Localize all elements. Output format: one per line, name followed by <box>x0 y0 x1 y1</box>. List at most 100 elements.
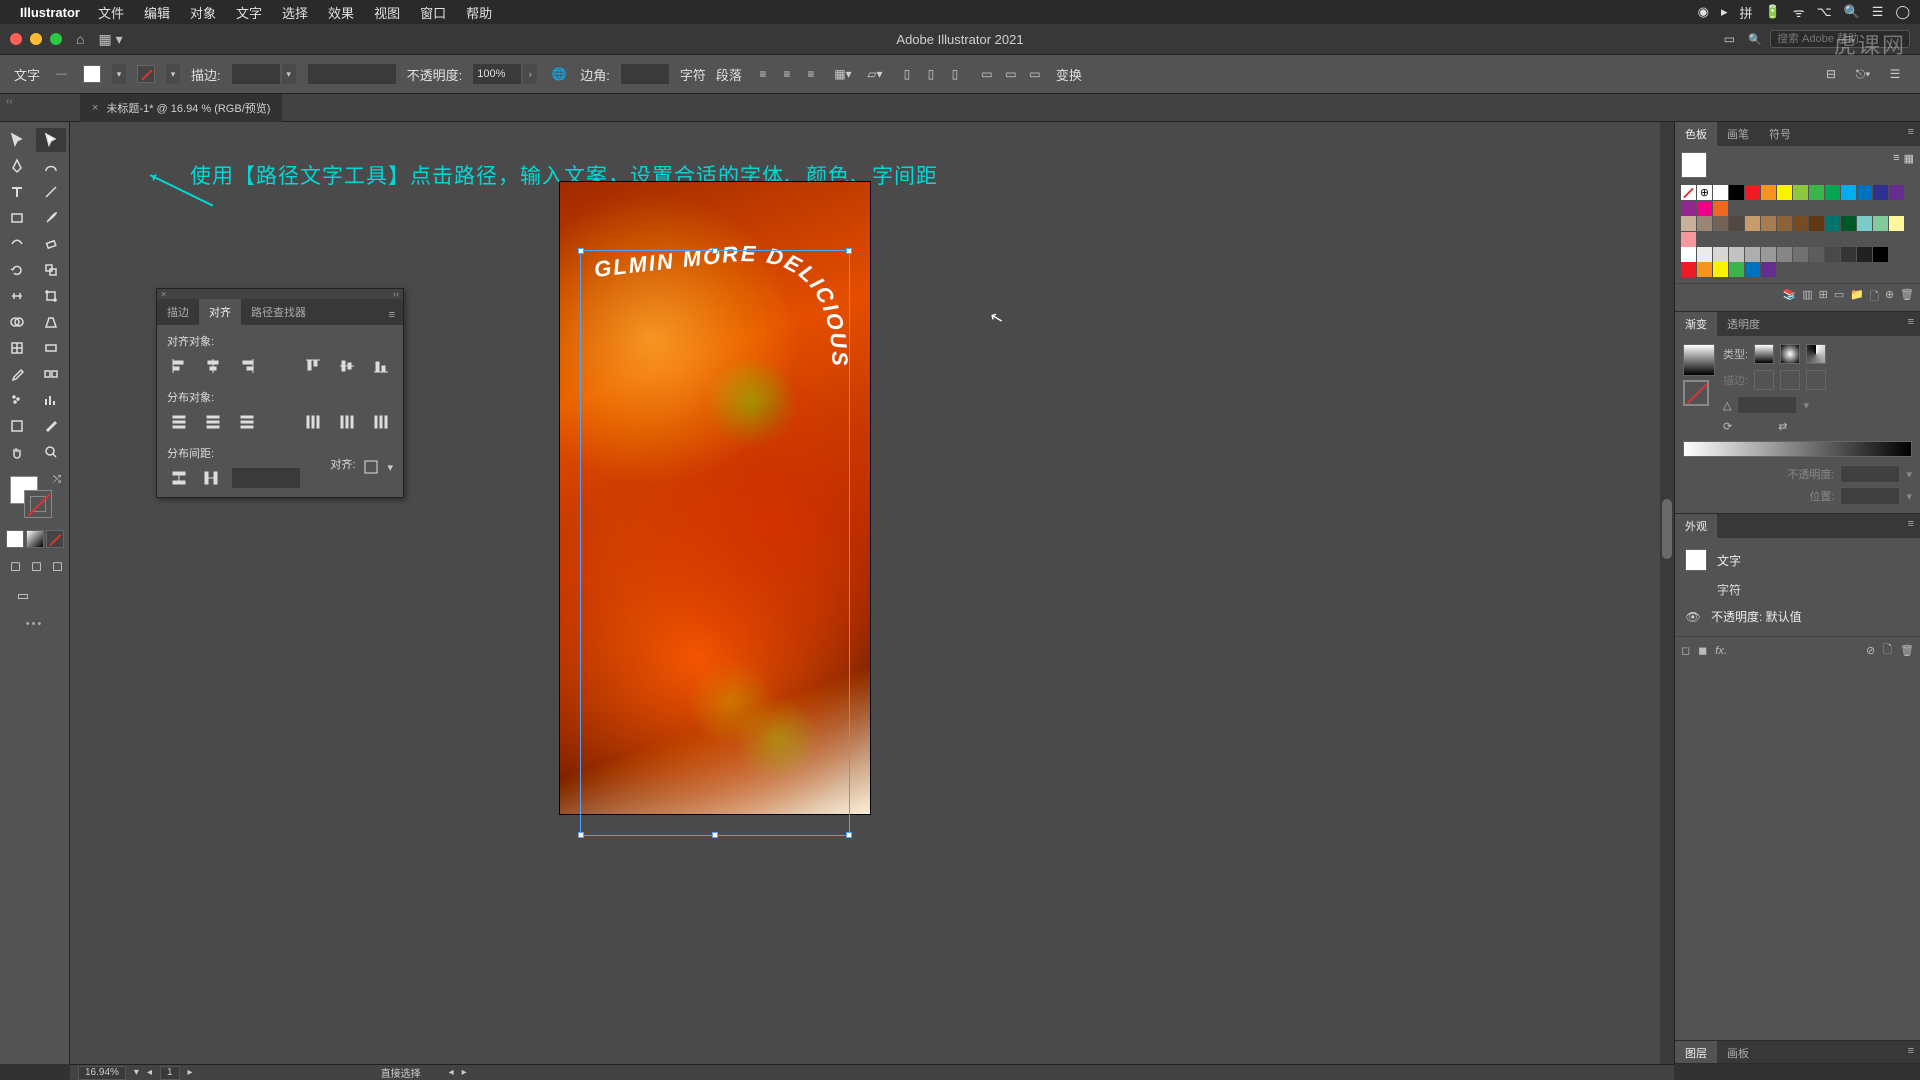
swatch-libraries-icon[interactable]: 📚 <box>1783 288 1797 307</box>
swatch[interactable] <box>1729 216 1744 231</box>
draw-behind-icon[interactable]: ◻ <box>27 554 46 578</box>
selection-tool[interactable] <box>2 128 32 152</box>
swatch[interactable] <box>1681 232 1696 247</box>
swatch[interactable] <box>1713 201 1728 216</box>
tab-swatches[interactable]: 色板 <box>1675 122 1717 146</box>
transform-link[interactable]: 变换 <box>1056 65 1082 84</box>
search-input[interactable] <box>1770 30 1910 48</box>
hspace-button[interactable] <box>199 467 223 489</box>
scale-tool[interactable] <box>36 258 66 282</box>
align-center-icon[interactable]: ≡ <box>776 63 798 85</box>
swatch[interactable] <box>1809 247 1824 262</box>
halign-center-icon[interactable]: ▯ <box>920 63 942 85</box>
panel-collapse-icon[interactable]: ‹‹ <box>393 289 399 299</box>
variable-width-profile[interactable] <box>307 63 397 85</box>
collapse-handle[interactable]: ‹‹ <box>6 96 13 107</box>
swatch-registration[interactable] <box>1697 185 1712 200</box>
arrange-documents-button[interactable]: ▭ <box>1718 28 1740 50</box>
spacing-value-input[interactable] <box>231 467 301 489</box>
new-swatch-icon[interactable]: 🗋 <box>1870 288 1879 307</box>
graph-tool[interactable] <box>36 388 66 412</box>
halign-right-button[interactable] <box>235 355 259 377</box>
fill-swatch[interactable] <box>83 65 101 83</box>
swatch[interactable] <box>1697 201 1712 216</box>
vspace-button[interactable] <box>167 467 191 489</box>
control-center-icon[interactable]: ☰ <box>1872 4 1884 20</box>
pen-tool[interactable] <box>2 154 32 178</box>
hscroll-left-icon[interactable]: ◂ <box>449 1067 454 1078</box>
valign-bottom-button[interactable] <box>369 355 393 377</box>
app-name[interactable]: Illustrator <box>20 5 80 20</box>
swatch[interactable] <box>1873 216 1888 231</box>
zoom-dropdown-icon[interactable]: ▾ <box>134 1067 139 1078</box>
area-type-options-button[interactable]: ▦▾ <box>832 63 854 85</box>
document-tab[interactable]: × 未标题-1* @ 16.94 % (RGB/预览) <box>80 94 282 122</box>
swatch[interactable] <box>1713 216 1728 231</box>
tab-layers[interactable]: 图层 <box>1675 1041 1717 1063</box>
align-panel[interactable]: ×‹‹ 描边 对齐 路径查找器 ≡ 对齐对象: <box>156 288 404 498</box>
vertical-scrollbar[interactable] <box>1660 122 1674 1064</box>
swatch[interactable] <box>1713 185 1728 200</box>
gradient-preview[interactable] <box>1683 344 1715 376</box>
align-to-dropdown[interactable]: ▾ <box>387 461 393 474</box>
swatch[interactable] <box>1681 262 1696 277</box>
swatch[interactable] <box>1857 247 1872 262</box>
user-icon[interactable]: ◯ <box>1895 4 1910 20</box>
vdist-top-button[interactable] <box>167 411 191 433</box>
corner-input[interactable] <box>620 63 670 85</box>
record-icon[interactable]: ◉ <box>1698 4 1709 20</box>
swatch[interactable] <box>1745 247 1760 262</box>
character-link[interactable]: 字符 <box>680 65 706 84</box>
slice-tool[interactable] <box>36 414 66 438</box>
swatch[interactable] <box>1841 247 1856 262</box>
stroke-swatch[interactable] <box>137 65 155 83</box>
swatch[interactable] <box>1777 185 1792 200</box>
menu-window[interactable]: 窗口 <box>412 3 454 22</box>
swatch[interactable] <box>1729 262 1744 277</box>
swatch[interactable] <box>1745 185 1760 200</box>
opacity-input[interactable] <box>472 63 522 85</box>
add-swatch-icon[interactable]: ⊕ <box>1885 288 1894 307</box>
wifi-icon[interactable]: ᯤ <box>1793 3 1805 21</box>
free-transform-tool[interactable] <box>36 284 66 308</box>
input-method-icon[interactable]: 拼 <box>1740 3 1753 22</box>
valign-top-button[interactable] <box>301 355 325 377</box>
gradient-tool[interactable] <box>36 336 66 360</box>
width-tool[interactable] <box>2 284 32 308</box>
swatch[interactable] <box>1681 247 1696 262</box>
swatch[interactable] <box>1857 216 1872 231</box>
align-to-button[interactable] <box>359 456 383 478</box>
play-icon[interactable]: ▸ <box>1721 4 1728 20</box>
swatch[interactable] <box>1825 247 1840 262</box>
swatch[interactable] <box>1841 216 1856 231</box>
tab-appearance[interactable]: 外观 <box>1675 514 1717 538</box>
artboard-next-icon[interactable]: ▸ <box>188 1067 193 1078</box>
zoom-level[interactable]: 16.94% <box>78 1066 126 1080</box>
tab-transparency[interactable]: 透明度 <box>1717 312 1770 336</box>
layers-menu-icon[interactable]: ≡ <box>1902 1041 1920 1063</box>
linear-gradient-button[interactable] <box>1754 344 1774 364</box>
swatch-kind-icon[interactable]: ▥ <box>1802 288 1812 307</box>
valign-bottom-icon[interactable]: ▭ <box>1024 63 1046 85</box>
align-right-icon[interactable]: ≡ <box>800 63 822 85</box>
draw-normal-icon[interactable]: ◻ <box>6 554 25 578</box>
artboard-prev-icon[interactable]: ◂ <box>147 1067 152 1078</box>
swatch[interactable] <box>1777 216 1792 231</box>
align-left-icon[interactable]: ≡ <box>752 63 774 85</box>
halign-center-button[interactable] <box>201 355 225 377</box>
panel-menu-button[interactable]: ☰ <box>1884 63 1906 85</box>
add-stroke-icon[interactable]: ◻ <box>1681 644 1690 657</box>
reverse-gradient-icon[interactable]: ⇄ <box>1778 420 1787 433</box>
swatch[interactable] <box>1681 201 1696 216</box>
type-tool[interactable] <box>2 180 32 204</box>
rectangle-tool[interactable] <box>2 206 32 230</box>
appearance-opacity-row[interactable]: 👁 不透明度: 默认值 <box>1683 603 1912 630</box>
swatch[interactable] <box>1729 247 1744 262</box>
bluetooth-icon[interactable]: ⌥ <box>1817 4 1832 20</box>
tab-symbols[interactable]: 符号 <box>1759 122 1801 146</box>
appearance-char-row[interactable]: 字符 <box>1683 576 1912 603</box>
menu-effect[interactable]: 效果 <box>320 3 362 22</box>
swatch[interactable] <box>1889 185 1904 200</box>
stroke-weight-stepper[interactable]: ▾ <box>281 63 297 85</box>
eraser-tool[interactable] <box>36 232 66 256</box>
